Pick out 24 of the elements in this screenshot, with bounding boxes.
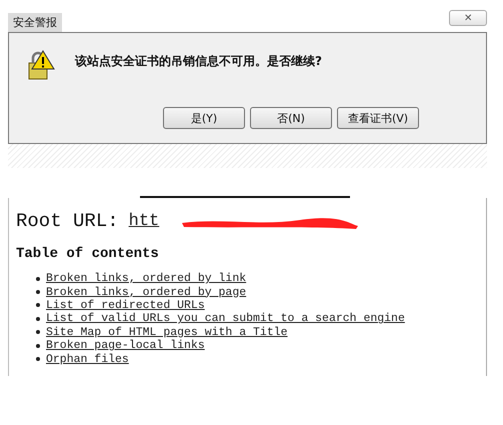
close-button[interactable]: ✕ <box>449 10 487 26</box>
bullet-icon <box>36 344 40 348</box>
contents-link[interactable]: Broken links, ordered by page <box>46 286 246 299</box>
dialog-button[interactable]: 否(N) <box>250 107 332 129</box>
root-url-label: Root URL: <box>16 210 119 232</box>
dialog-button[interactable]: 查看证书(V) <box>337 107 419 129</box>
dialog-title: 安全警报 <box>8 13 62 32</box>
contents-link[interactable]: Broken links, ordered by link <box>46 272 246 286</box>
contents-link[interactable]: List of valid URLs you can submit to a search engine <box>46 312 405 326</box>
bullet-icon <box>36 316 40 321</box>
bullet-icon <box>36 330 40 334</box>
dialog-message: 该站点安全证书的吊销信息不可用。是否继续? <box>75 53 322 70</box>
contents-link[interactable]: Broken page-local links <box>46 339 205 352</box>
bullet-icon <box>36 357 40 362</box>
contents-link[interactable]: Site Map of HTML pages with a Title <box>46 326 288 339</box>
section-heading: Table of contents <box>16 246 160 262</box>
bullet-icon <box>36 303 40 308</box>
contents-link[interactable]: List of redirected URLs <box>46 298 205 312</box>
contents-link[interactable]: Orphan files <box>46 352 129 366</box>
bullet-icon <box>36 290 40 294</box>
warning-lock-icon <box>27 49 55 81</box>
dialog-button[interactable]: 是(Y) <box>163 107 245 129</box>
root-url-link[interactable]: htt <box>128 212 160 230</box>
bullet-icon <box>36 276 40 281</box>
